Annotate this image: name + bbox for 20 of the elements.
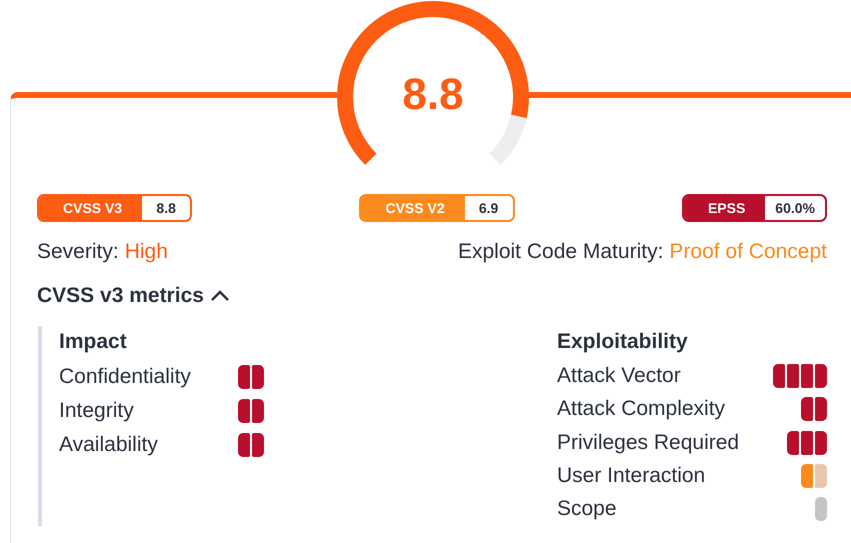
group-title: Impact (59, 330, 128, 355)
metric-name: Availability (59, 433, 158, 457)
score-value: 8.8 (402, 70, 464, 120)
metric-name: Attack Complexity (557, 397, 726, 422)
metric-name: Attack Vector (557, 364, 681, 388)
fact-value: High (124, 240, 168, 263)
score-badge: EPSS 60.0% (682, 194, 827, 222)
fact-value: Proof of Concept (669, 240, 827, 263)
metric-name: Confidentiality (59, 365, 191, 389)
metric-name: User Interaction (557, 464, 706, 488)
fact-label: Severity: (37, 240, 119, 263)
score-badge: CVSS V2 6.9 (359, 194, 515, 222)
metric-name: Scope (557, 497, 617, 522)
metrics-toggle[interactable]: CVSS v3 metrics (37, 284, 230, 308)
group-title: Exploitability (557, 330, 689, 355)
score-badge: CVSS V3 8.8 (37, 194, 192, 222)
metric-name: Privileges Required (557, 430, 740, 455)
metric-name: Integrity (59, 399, 134, 423)
caret-icon (210, 289, 230, 303)
fact-label: Exploit Code Maturity: (458, 240, 664, 263)
